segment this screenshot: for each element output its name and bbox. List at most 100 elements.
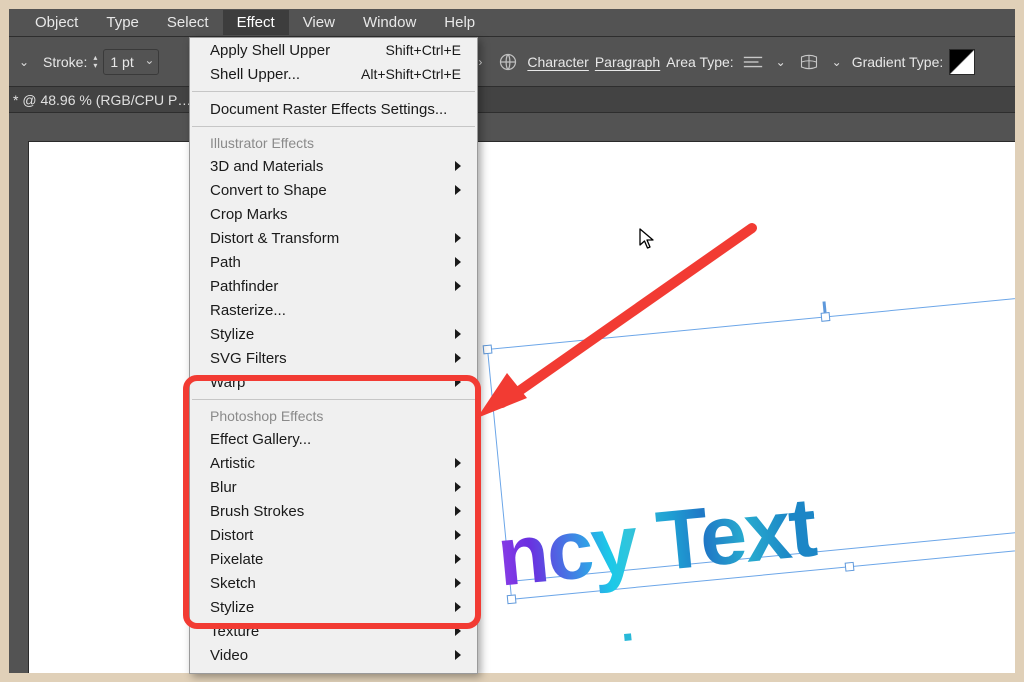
menuitem-label: Pixelate <box>210 551 455 568</box>
menu-separator <box>192 126 475 127</box>
menuitem-label: Brush Strokes <box>210 503 455 520</box>
menuitem-label: Stylize <box>210 326 455 343</box>
menuitem-label: Texture <box>210 623 455 640</box>
submenu-arrow-icon <box>455 506 461 516</box>
menu-view[interactable]: View <box>289 10 349 35</box>
menuitem-label: Effect Gallery... <box>210 431 461 448</box>
document-tab-title[interactable]: * @ 48.96 % (RGB/CPU P… <box>9 87 1015 113</box>
menuitem-texture[interactable]: Texture <box>190 619 477 643</box>
submenu-arrow-icon <box>455 353 461 363</box>
stroke-stepper[interactable]: ▴▾ <box>93 54 97 70</box>
menuitem-path[interactable]: Path <box>190 250 477 274</box>
menuitem-label: Artistic <box>210 455 455 472</box>
submenu-arrow-icon <box>455 530 461 540</box>
stroke-weight-input[interactable]: 1 pt <box>103 49 159 75</box>
menuitem-label: Video <box>210 647 455 664</box>
menuitem-blur[interactable]: Blur <box>190 475 477 499</box>
globe-icon[interactable] <box>495 49 521 75</box>
menuitem-label: Blur <box>210 479 455 496</box>
resize-handle[interactable] <box>845 562 855 572</box>
menu-window[interactable]: Window <box>349 10 430 35</box>
submenu-arrow-icon <box>455 329 461 339</box>
submenu-arrow-icon <box>455 554 461 564</box>
menuitem-label: Convert to Shape <box>210 182 455 199</box>
stroke-label: Stroke: <box>43 54 87 70</box>
menuitem-document-raster-settings[interactable]: Document Raster Effects Settings... <box>190 97 477 121</box>
menu-select[interactable]: Select <box>153 10 223 35</box>
shortcut-text: Shift+Ctrl+E <box>386 42 461 58</box>
text-anchor-marker <box>624 633 632 641</box>
menuitem-sketch[interactable]: Sketch <box>190 571 477 595</box>
menuitem-distort-transform[interactable]: Distort & Transform <box>190 226 477 250</box>
gradient-type-label: Gradient Type: <box>852 54 944 70</box>
menu-bar: Object Type Select Effect View Window He… <box>9 9 1015 37</box>
submenu-arrow-icon <box>455 281 461 291</box>
menu-object[interactable]: Object <box>21 10 92 35</box>
menuitem-crop-marks[interactable]: Crop Marks <box>190 202 477 226</box>
menuitem-label: 3D and Materials <box>210 158 455 175</box>
menuitem-label: Stylize <box>210 599 455 616</box>
application-window: Object Type Select Effect View Window He… <box>9 9 1015 673</box>
menuitem-brush-strokes[interactable]: Brush Strokes <box>190 499 477 523</box>
menuitem-apply-last-effect[interactable]: Apply Shell Upper Shift+Ctrl+E <box>190 38 477 62</box>
menuitem-effect-gallery[interactable]: Effect Gallery... <box>190 427 477 451</box>
menuitem-label: Warp <box>210 374 455 391</box>
menuitem-rasterize[interactable]: Rasterize... <box>190 298 477 322</box>
menuitem-label: Crop Marks <box>210 206 461 223</box>
submenu-arrow-icon <box>455 602 461 612</box>
paragraph-panel-link[interactable]: Paragraph <box>595 54 660 70</box>
menu-help[interactable]: Help <box>430 10 489 35</box>
submenu-arrow-icon <box>455 458 461 468</box>
submenu-arrow-icon <box>455 377 461 387</box>
character-panel-link[interactable]: Character <box>527 54 588 70</box>
menuitem-label: SVG Filters <box>210 350 455 367</box>
options-dropdown-icon[interactable]: ⌄ <box>15 46 33 78</box>
warp-dropdown-icon[interactable]: ⌄ <box>828 46 846 78</box>
menuitem-pathfinder[interactable]: Pathfinder <box>190 274 477 298</box>
stepper-arrows-icon[interactable]: ▴▾ <box>93 54 97 70</box>
options-bar: ⌄ Stroke: ▴▾ 1 pt › Character Paragraph … <box>9 37 1015 87</box>
submenu-arrow-icon <box>455 257 461 267</box>
resize-handle[interactable] <box>483 345 493 355</box>
menuitem-artistic[interactable]: Artistic <box>190 451 477 475</box>
submenu-arrow-icon <box>455 161 461 171</box>
submenu-arrow-icon <box>455 578 461 588</box>
menuitem-distort[interactable]: Distort <box>190 523 477 547</box>
menuitem-pixelate[interactable]: Pixelate <box>190 547 477 571</box>
menuitem-last-effect[interactable]: Shell Upper... Alt+Shift+Ctrl+E <box>190 62 477 86</box>
menuitem-label: Distort & Transform <box>210 230 455 247</box>
menuitem-stylize[interactable]: Stylize <box>190 322 477 346</box>
submenu-arrow-icon <box>455 233 461 243</box>
submenu-arrow-icon <box>455 626 461 636</box>
menuitem-warp[interactable]: Warp <box>190 370 477 394</box>
menu-separator <box>192 91 475 92</box>
menuitem-label: Path <box>210 254 455 271</box>
menu-separator <box>192 399 475 400</box>
mouse-cursor-icon <box>639 228 657 250</box>
menu-section-photoshop-effects: Photoshop Effects <box>190 405 477 427</box>
menu-type[interactable]: Type <box>92 10 153 35</box>
shortcut-text: Alt+Shift+Ctrl+E <box>361 66 461 82</box>
effect-menu-dropdown: Apply Shell Upper Shift+Ctrl+E Shell Upp… <box>189 37 478 674</box>
menuitem-svg-filters[interactable]: SVG Filters <box>190 346 477 370</box>
submenu-arrow-icon <box>455 482 461 492</box>
menuitem-label: Sketch <box>210 575 455 592</box>
menuitem-3d-and-materials[interactable]: 3D and Materials <box>190 154 477 178</box>
menuitem-video[interactable]: Video <box>190 643 477 667</box>
menuitem-label: Pathfinder <box>210 278 455 295</box>
canvas-area: ncy Text <box>9 114 1015 673</box>
menuitem-stylize[interactable]: Stylize <box>190 595 477 619</box>
menuitem-convert-to-shape[interactable]: Convert to Shape <box>190 178 477 202</box>
menu-section-illustrator-effects: Illustrator Effects <box>190 132 477 154</box>
menuitem-label: Rasterize... <box>210 302 461 319</box>
gradient-swatch[interactable] <box>949 49 975 75</box>
submenu-arrow-icon <box>455 650 461 660</box>
align-lines-icon[interactable] <box>740 49 766 75</box>
menuitem-label: Distort <box>210 527 455 544</box>
align-dropdown-icon[interactable]: ⌄ <box>772 46 790 78</box>
menu-effect[interactable]: Effect <box>223 10 289 35</box>
resize-handle[interactable] <box>821 312 831 322</box>
envelope-warp-icon[interactable] <box>796 49 822 75</box>
area-type-label: Area Type: <box>666 54 733 70</box>
submenu-arrow-icon <box>455 185 461 195</box>
